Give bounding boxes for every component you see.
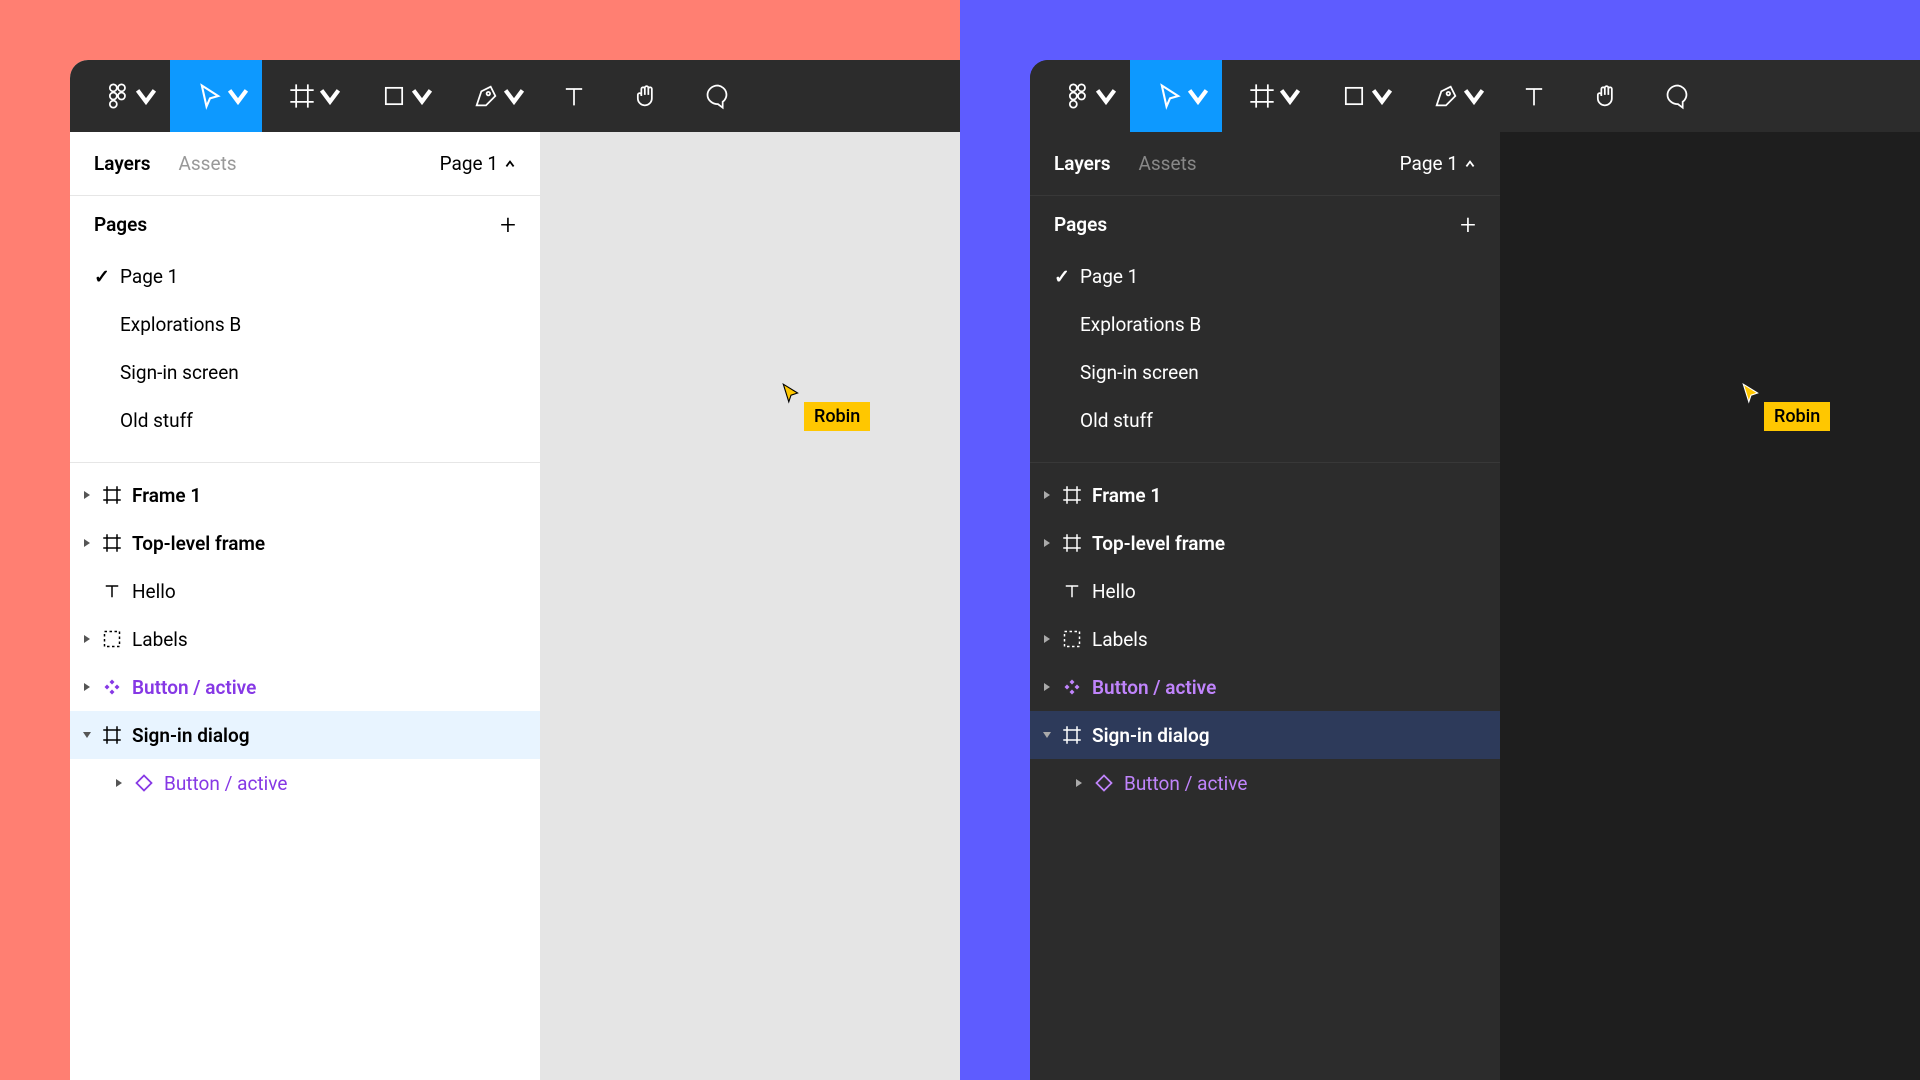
layer-item[interactable]: Labels bbox=[70, 615, 540, 663]
layers-list: Frame 1 Top-level frame Hello Labels bbox=[1030, 463, 1500, 807]
toolbar bbox=[1030, 60, 1920, 132]
layers-list: Frame 1 Top-level frame Hello Labels bbox=[70, 463, 540, 807]
layer-item[interactable]: Frame 1 bbox=[1030, 471, 1500, 519]
page-item[interactable]: Sign-in screen bbox=[1030, 348, 1500, 396]
frame-icon bbox=[1062, 533, 1082, 553]
page-item[interactable]: Page 1 bbox=[70, 252, 540, 300]
layer-item[interactable]: Hello bbox=[70, 567, 540, 615]
figma-menu-button[interactable] bbox=[1038, 60, 1130, 132]
page-item[interactable]: Sign-in screen bbox=[70, 348, 540, 396]
add-page-button[interactable]: + bbox=[1460, 208, 1476, 241]
layer-item[interactable]: Labels bbox=[1030, 615, 1500, 663]
canvas[interactable]: Robin bbox=[1500, 132, 1920, 1080]
group-icon bbox=[102, 629, 122, 649]
comment-tool[interactable] bbox=[1642, 60, 1714, 132]
component-icon bbox=[102, 677, 122, 697]
layer-item[interactable]: Top-level frame bbox=[70, 519, 540, 567]
pages-label: Pages bbox=[1054, 213, 1107, 236]
layer-item[interactable]: Frame 1 bbox=[70, 471, 540, 519]
frame-icon bbox=[102, 725, 122, 745]
assets-tab[interactable]: Assets bbox=[1138, 152, 1196, 175]
page-selector[interactable]: Page 1 bbox=[1400, 152, 1476, 175]
component-icon bbox=[1062, 677, 1082, 697]
pages-section: Pages + Page 1 Explorations B Sign-in sc… bbox=[1030, 196, 1500, 463]
app-window-dark: Layers Assets Page 1 Pages + Page 1 Expl… bbox=[1030, 60, 1920, 1080]
collaborator-name: Robin bbox=[1764, 402, 1830, 431]
text-icon bbox=[1062, 581, 1082, 601]
comment-tool[interactable] bbox=[682, 60, 754, 132]
canvas[interactable]: Robin bbox=[540, 132, 970, 1080]
pages-section: Pages + Page 1 Explorations B Sign-in sc… bbox=[70, 196, 540, 463]
frame-tool[interactable] bbox=[262, 60, 354, 132]
move-tool[interactable] bbox=[1130, 60, 1222, 132]
frame-tool[interactable] bbox=[1222, 60, 1314, 132]
layer-item-selected[interactable]: Sign-in dialog bbox=[70, 711, 540, 759]
move-tool[interactable] bbox=[170, 60, 262, 132]
page-selector[interactable]: Page 1 bbox=[440, 152, 516, 175]
collaborator-cursor: Robin bbox=[780, 382, 802, 408]
collaborator-name: Robin bbox=[804, 402, 870, 431]
theme-comparison-left: Layers Assets Page 1 Pages + Page 1 Expl… bbox=[0, 0, 960, 1080]
layers-panel: Layers Assets Page 1 Pages + Page 1 Expl… bbox=[1030, 132, 1500, 1080]
layer-item[interactable]: Button / active bbox=[70, 663, 540, 711]
frame-icon bbox=[1062, 725, 1082, 745]
group-icon bbox=[1062, 629, 1082, 649]
text-tool[interactable] bbox=[1498, 60, 1570, 132]
hand-tool[interactable] bbox=[610, 60, 682, 132]
shape-tool[interactable] bbox=[1314, 60, 1406, 132]
pen-tool[interactable] bbox=[446, 60, 538, 132]
collaborator-cursor: Robin bbox=[1740, 382, 1762, 408]
figma-menu-button[interactable] bbox=[78, 60, 170, 132]
layer-item[interactable]: Button / active bbox=[1030, 663, 1500, 711]
layer-item[interactable]: Button / active bbox=[70, 759, 540, 807]
layer-item[interactable]: Button / active bbox=[1030, 759, 1500, 807]
hand-tool[interactable] bbox=[1570, 60, 1642, 132]
instance-icon bbox=[134, 773, 154, 793]
layer-item[interactable]: Top-level frame bbox=[1030, 519, 1500, 567]
frame-icon bbox=[102, 485, 122, 505]
page-item[interactable]: Explorations B bbox=[70, 300, 540, 348]
layers-tab[interactable]: Layers bbox=[94, 152, 150, 175]
layers-tab[interactable]: Layers bbox=[1054, 152, 1110, 175]
layers-panel: Layers Assets Page 1 Pages + Page 1 Expl… bbox=[70, 132, 540, 1080]
page-item[interactable]: Old stuff bbox=[1030, 396, 1500, 444]
panel-tabs: Layers Assets Page 1 bbox=[70, 132, 540, 196]
layer-item[interactable]: Hello bbox=[1030, 567, 1500, 615]
assets-tab[interactable]: Assets bbox=[178, 152, 236, 175]
page-item[interactable]: Old stuff bbox=[70, 396, 540, 444]
shape-tool[interactable] bbox=[354, 60, 446, 132]
add-page-button[interactable]: + bbox=[500, 208, 516, 241]
page-item[interactable]: Page 1 bbox=[1030, 252, 1500, 300]
app-window-light: Layers Assets Page 1 Pages + Page 1 Expl… bbox=[70, 60, 970, 1080]
text-icon bbox=[102, 581, 122, 601]
panel-tabs: Layers Assets Page 1 bbox=[1030, 132, 1500, 196]
pen-tool[interactable] bbox=[1406, 60, 1498, 132]
pages-label: Pages bbox=[94, 213, 147, 236]
frame-icon bbox=[102, 533, 122, 553]
toolbar bbox=[70, 60, 970, 132]
page-item[interactable]: Explorations B bbox=[1030, 300, 1500, 348]
layer-item-selected[interactable]: Sign-in dialog bbox=[1030, 711, 1500, 759]
theme-comparison-right: Layers Assets Page 1 Pages + Page 1 Expl… bbox=[960, 0, 1920, 1080]
instance-icon bbox=[1094, 773, 1114, 793]
frame-icon bbox=[1062, 485, 1082, 505]
text-tool[interactable] bbox=[538, 60, 610, 132]
